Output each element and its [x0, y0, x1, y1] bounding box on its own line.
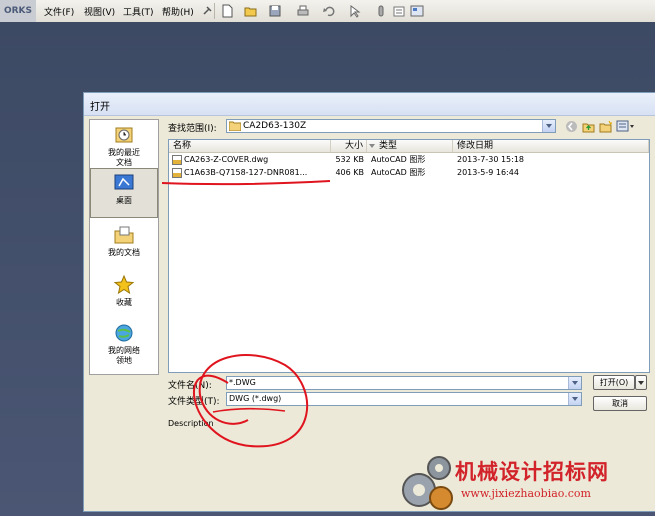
red-circle-mark [193, 354, 309, 448]
red-underline-mark [161, 180, 331, 186]
gears-logo-icon [402, 456, 453, 510]
watermark-url: www.jixiezhaobiao.com [461, 487, 591, 500]
watermark-title: 机械设计招标网 [455, 460, 609, 484]
red-annotation-marks [161, 180, 331, 448]
red-underline-mark [212, 407, 286, 413]
